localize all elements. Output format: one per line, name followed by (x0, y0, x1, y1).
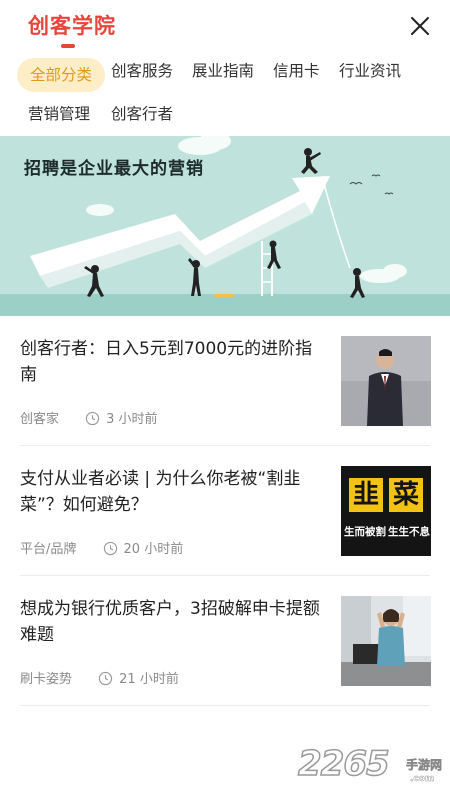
tab-credit-card[interactable]: 信用卡 (273, 54, 320, 88)
thumb-char: 韭 (349, 478, 383, 512)
close-icon (411, 17, 429, 35)
watermark-number: 2265 (297, 743, 390, 785)
news-source: 刷卡姿势 (20, 672, 73, 687)
tab-industry-news[interactable]: 行业资讯 (339, 54, 401, 88)
news-thumbnail (341, 596, 431, 686)
app-header: 创客学院 (0, 0, 450, 50)
watermark-suffix: 手游网 (406, 758, 443, 773)
tab-business-guide[interactable]: 展业指南 (192, 54, 254, 88)
news-title: 支付从业者必读 | 为什么你老被“割韭菜”？如何避免？ (20, 469, 301, 515)
tab-marketing[interactable]: 营销管理 (28, 97, 90, 131)
list-item[interactable]: 想成为银行优质客户，3招破解申卡提额难题 刷卡姿势 21 小时前 (0, 576, 450, 706)
page-title: 创客学院 (28, 14, 116, 38)
watermark-domain: .com (410, 774, 435, 784)
tab-all-categories[interactable]: 全部分类 (17, 58, 106, 92)
thumb-caption: 生生不息 (388, 526, 430, 538)
category-tabs: 全部分类 创客服务 展业指南 信用卡 行业资讯 营销管理 创客行者 (0, 52, 450, 136)
thumb-caption: 生而被割 (344, 526, 386, 538)
title-underline (61, 44, 75, 48)
clock-icon (86, 411, 100, 426)
close-button[interactable] (402, 8, 438, 44)
list-item[interactable]: 创客行者：日入5元到7000元的进阶指南 创客家 3 小时前 (0, 316, 450, 446)
news-meta: 创客家 3 小时前 (20, 408, 158, 427)
clock-icon (103, 541, 117, 556)
news-source: 创客家 (20, 412, 60, 427)
news-source: 平台/品牌 (20, 542, 77, 557)
tab-maker-walkers[interactable]: 创客行者 (111, 97, 173, 131)
news-time: 20 小时前 (123, 542, 184, 557)
promo-banner[interactable]: 招聘是企业最大的营销 (0, 136, 450, 316)
news-thumbnail (341, 336, 431, 426)
news-meta: 平台/品牌 20 小时前 (20, 538, 183, 557)
thumb-char: 菜 (389, 478, 423, 512)
clock-icon (99, 671, 113, 686)
news-title: 创客行者：日入5元到7000元的进阶指南 (20, 339, 313, 385)
news-time: 21 小时前 (119, 672, 179, 687)
news-meta: 刷卡姿势 21 小时前 (20, 668, 179, 687)
news-thumbnail: 韭 菜 生而被割 生生不息 (341, 466, 431, 556)
news-title: 想成为银行优质客户，3招破解申卡提额难题 (20, 599, 320, 645)
divider (20, 705, 430, 706)
list-item[interactable]: 支付从业者必读 | 为什么你老被“割韭菜”？如何避免？ 平台/品牌 20 小时前… (0, 446, 450, 576)
banner-headline: 招聘是企业最大的营销 (24, 159, 204, 179)
tab-maker-services[interactable]: 创客服务 (111, 54, 173, 88)
stressed-woman-photo (341, 596, 431, 686)
man-in-suit-photo (341, 336, 431, 426)
news-time: 3 小时前 (106, 412, 158, 427)
